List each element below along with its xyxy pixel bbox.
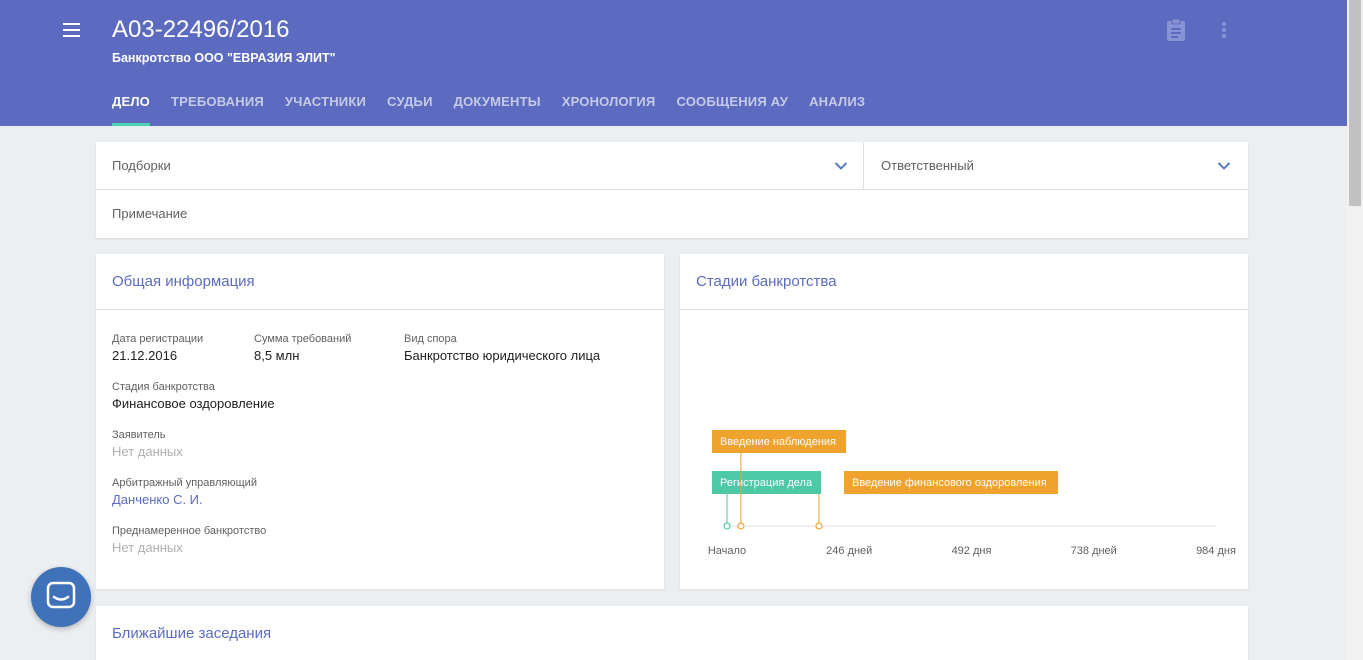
general-info-title: Общая информация	[112, 273, 255, 290]
page-scrollbar[interactable]	[1347, 0, 1363, 660]
field-label: Преднамеренное банкротство	[112, 525, 267, 537]
field-reg-date: Дата регистрации 21.12.2016	[112, 332, 203, 365]
timeline-event-marker	[815, 522, 823, 530]
field-label: Сумма требований	[254, 333, 352, 345]
field-value: Нет данных	[112, 444, 183, 459]
timeline-event-tag: Введение наблюдения	[712, 430, 846, 453]
field-value: Нет данных	[112, 540, 183, 555]
timeline-event-tag: Введение финансового оздоровления	[844, 471, 1058, 494]
bankruptcy-stages-card: Стадии банкротства Начало 246 дней 492 дня…	[680, 254, 1248, 589]
field-value: 21.12.2016	[112, 348, 178, 363]
timeline-event-label: Введение финансового оздоровления	[852, 477, 1047, 489]
chat-button[interactable]	[31, 567, 91, 627]
field-claims-sum: Сумма требований 8,5 млн	[254, 332, 351, 365]
menu-icon[interactable]	[62, 20, 82, 40]
chevron-down-icon	[834, 162, 848, 170]
tab-judges[interactable]: СУДЬИ	[387, 94, 433, 126]
timeline-event-label: Введение наблюдения	[720, 436, 836, 448]
timeline-axis-label: Начало	[708, 545, 746, 557]
timeline-axis-label: 492 дня	[952, 545, 992, 557]
timeline-event-marker	[737, 522, 745, 530]
field-value: 8,5 млн	[254, 348, 300, 363]
field-label: Вид спора	[404, 333, 457, 345]
field-dispute-type: Вид спора Банкротство юридического лица	[404, 332, 600, 365]
timeline-event-label: Регистрация дела	[720, 477, 813, 489]
tab-participants[interactable]: УЧАСТНИКИ	[285, 94, 366, 126]
chevron-down-icon	[1217, 162, 1231, 170]
timeline-event-marker	[723, 522, 731, 530]
responsible-select-label: Ответственный	[881, 158, 974, 173]
tab-chronology[interactable]: ХРОНОЛОГИЯ	[562, 94, 656, 126]
next-sessions-card: Ближайшие заседания	[96, 606, 1248, 660]
collections-select-label: Подборки	[112, 158, 171, 173]
field-value: Банкротство юридического лица	[404, 348, 601, 363]
filters-card: Подборки Ответственный Примечание	[96, 142, 1248, 238]
collections-select[interactable]: Подборки	[96, 142, 864, 190]
more-vert-icon[interactable]	[1213, 18, 1235, 42]
field-applicant: Заявитель Нет данных	[112, 428, 183, 461]
filter-row: Подборки Ответственный	[96, 142, 1248, 190]
scrollbar-thumb[interactable]	[1349, 0, 1361, 206]
case-tabs: ДЕЛО ТРЕБОВАНИЯ УЧАСТНИКИ СУДЬИ ДОКУМЕНТ…	[112, 94, 886, 126]
field-label: Арбитражный управляющий	[112, 477, 257, 489]
case-number-title: А03-22496/2016	[112, 16, 290, 43]
field-deliberate-bankruptcy: Преднамеренное банкротство Нет данных	[112, 524, 266, 557]
general-info-card: Общая информация Дата регистрации 21.12.…	[96, 254, 664, 589]
chat-icon	[46, 581, 76, 609]
next-sessions-title: Ближайшие заседания	[112, 625, 272, 642]
note-field[interactable]: Примечание	[96, 190, 1248, 238]
timeline-axis-label: 738 дней	[1071, 545, 1117, 557]
clipboard-icon[interactable]	[1165, 18, 1187, 42]
field-stage: Стадия банкротства Финансовое оздоровлен…	[112, 380, 275, 413]
field-value: Финансовое оздоровление	[112, 396, 275, 411]
field-label: Стадия банкротства	[112, 381, 215, 393]
card-divider	[96, 309, 664, 310]
note-placeholder: Примечание	[112, 206, 188, 221]
manager-link[interactable]: Данченко С. И.	[112, 491, 257, 509]
timeline-axis-label: 984 дня	[1196, 545, 1236, 557]
case-subtitle: Банкротство ООО "ЕВРАЗИЯ ЭЛИТ"	[112, 51, 336, 65]
stages-timeline: Начало 246 дней 492 дня 738 дней 984 дня Реги…	[708, 430, 1236, 557]
tab-case[interactable]: ДЕЛО	[112, 94, 150, 126]
timeline-event-tag: Регистрация дела	[712, 471, 821, 494]
field-label: Дата регистрации	[112, 333, 204, 345]
tab-claims[interactable]: ТРЕБОВАНИЯ	[171, 94, 264, 126]
tab-au-messages[interactable]: СООБЩЕНИЯ АУ	[676, 94, 788, 126]
responsible-select[interactable]: Ответственный	[865, 142, 1248, 190]
field-manager: Арбитражный управляющий Данченко С. И.	[112, 476, 257, 509]
tab-documents[interactable]: ДОКУМЕНТЫ	[454, 94, 541, 126]
timeline-axis-label: 246 дней	[826, 545, 872, 557]
tab-analysis[interactable]: АНАЛИЗ	[809, 94, 865, 126]
field-label: Заявитель	[112, 429, 166, 441]
app-header: А03-22496/2016 Банкротство ООО "ЕВРАЗИЯ …	[0, 0, 1347, 126]
